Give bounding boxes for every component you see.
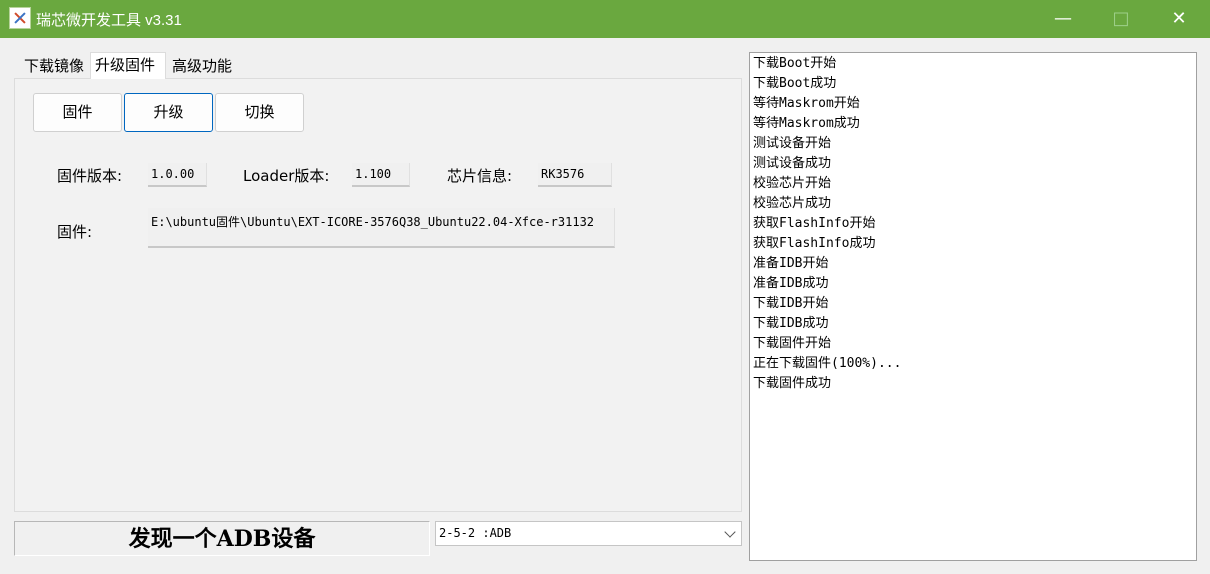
log-panel[interactable]: 下载Boot开始 下载Boot成功 等待Maskrom开始 等待Maskrom成… bbox=[749, 52, 1197, 561]
log-line: 测试设备成功 bbox=[753, 156, 832, 171]
log-line: 等待Maskrom成功 bbox=[753, 116, 860, 131]
upgrade-button[interactable]: 升级 bbox=[124, 93, 213, 132]
upgrade-tab-panel bbox=[14, 78, 742, 512]
log-line: 下载IDB成功 bbox=[753, 316, 829, 331]
tab-advanced-functions[interactable]: 高级功能 bbox=[168, 54, 240, 78]
close-button[interactable]: ✕ bbox=[1150, 0, 1208, 38]
log-line: 获取FlashInfo开始 bbox=[753, 216, 876, 231]
device-select[interactable]: 2-5-2 :ADB bbox=[435, 521, 742, 546]
log-line: 校验芯片开始 bbox=[753, 176, 832, 191]
log-line: 准备IDB开始 bbox=[753, 256, 829, 271]
log-line: 测试设备开始 bbox=[753, 136, 832, 151]
chip-info-field: RK3576 bbox=[538, 163, 612, 187]
log-line: 下载Boot成功 bbox=[753, 76, 837, 91]
firmware-path-label: 固件: bbox=[57, 223, 93, 241]
tab-upgrade-firmware[interactable]: 升级固件 bbox=[90, 52, 166, 79]
minimize-button[interactable]: — bbox=[1034, 0, 1092, 38]
log-line: 等待Maskrom开始 bbox=[753, 96, 860, 111]
log-line: 下载Boot开始 bbox=[753, 56, 837, 71]
device-select-value: 2-5-2 :ADB bbox=[439, 526, 512, 540]
title-bar: 瑞芯微开发工具 v3.31 — □ ✕ bbox=[0, 0, 1210, 38]
switch-button[interactable]: 切换 bbox=[215, 93, 304, 132]
chevron-down-icon[interactable] bbox=[724, 526, 736, 538]
log-line: 下载固件成功 bbox=[753, 376, 832, 391]
chip-info-label: 芯片信息: bbox=[447, 167, 513, 185]
log-line: 下载固件开始 bbox=[753, 336, 832, 351]
log-line: 准备IDB成功 bbox=[753, 276, 829, 291]
status-message: 发现一个ADB设备 bbox=[14, 521, 430, 556]
fw-version-field: 1.0.00 bbox=[148, 163, 207, 187]
loader-version-label: Loader版本: bbox=[243, 167, 330, 185]
window-title: 瑞芯微开发工具 v3.31 bbox=[36, 12, 182, 29]
firmware-path-field: E:\ubuntu固件\Ubuntu\EXT-ICORE-3576Q38_Ubu… bbox=[148, 208, 615, 248]
log-line: 获取FlashInfo成功 bbox=[753, 236, 876, 251]
log-line: 正在下载固件(100%)... bbox=[753, 356, 902, 371]
loader-version-field: 1.100 bbox=[352, 163, 410, 187]
tab-download-image[interactable]: 下载镜像 bbox=[20, 54, 90, 78]
log-line: 校验芯片成功 bbox=[753, 196, 832, 211]
fw-version-label: 固件版本: bbox=[57, 167, 123, 185]
log-line: 下载IDB开始 bbox=[753, 296, 829, 311]
firmware-button[interactable]: 固件 bbox=[33, 93, 122, 132]
maximize-button[interactable]: □ bbox=[1092, 0, 1150, 38]
app-icon bbox=[9, 7, 31, 29]
